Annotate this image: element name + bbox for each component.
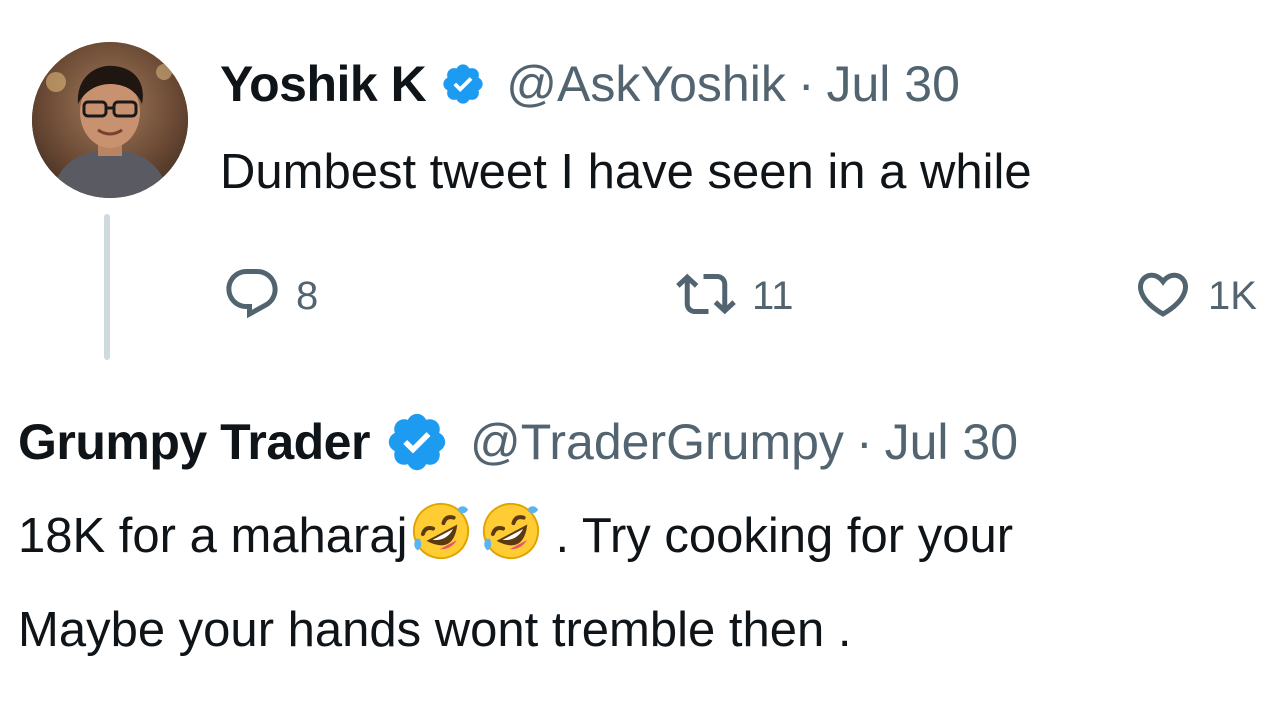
verified-badge-icon xyxy=(440,61,486,107)
tweet-date[interactable]: Jul 30 xyxy=(885,413,1018,471)
reply-icon xyxy=(220,264,284,329)
display-name[interactable]: Grumpy Trader xyxy=(18,413,370,471)
tweet-text-line-1: 18K for a maharaj . Try cooking for your xyxy=(18,494,1013,588)
user-handle[interactable]: @AskYoshik xyxy=(506,55,786,113)
tweet-date[interactable]: Jul 30 xyxy=(826,55,959,113)
tweet-text: 18K for a maharaj . Try cooking for your… xyxy=(18,494,1013,672)
reply-button[interactable]: 8 xyxy=(220,266,318,326)
separator: · xyxy=(855,414,873,470)
avatar[interactable] xyxy=(32,42,188,198)
verified-badge-icon xyxy=(384,409,450,475)
tweet-text-after-emoji: . Try cooking for your xyxy=(555,509,1014,563)
tweet-text-before-emoji: 18K for a maharaj xyxy=(18,509,408,563)
like-count: 1K xyxy=(1208,273,1257,318)
tweet2-header: Grumpy Trader @TraderGrumpy · Jul 30 xyxy=(18,410,1018,474)
user-handle[interactable]: @TraderGrumpy xyxy=(470,413,844,471)
reply-count: 8 xyxy=(296,273,319,318)
thread-connector-line xyxy=(104,214,110,360)
retweet-count: 11 xyxy=(752,273,794,318)
like-button[interactable]: 1K xyxy=(1130,266,1257,326)
avatar-photo xyxy=(32,42,188,198)
separator: · xyxy=(797,56,815,112)
tweet-text-line-2: Maybe your hands wont tremble then . xyxy=(18,603,852,657)
retweet-icon xyxy=(672,264,740,329)
display-name[interactable]: Yoshik K xyxy=(220,55,427,113)
rolling-on-floor-laughing-emoji-icon xyxy=(410,500,472,588)
heart-icon xyxy=(1130,264,1196,329)
tweet-thread: Yoshik K @AskYoshik · Jul 30 Dumbest twe… xyxy=(0,0,1280,720)
tweet-text: Dumbest tweet I have seen in a while xyxy=(220,145,1032,199)
rolling-on-floor-laughing-emoji-icon xyxy=(480,500,542,588)
tweet1-header: Yoshik K @AskYoshik · Jul 30 xyxy=(220,52,960,116)
retweet-button[interactable]: 11 xyxy=(672,266,794,326)
